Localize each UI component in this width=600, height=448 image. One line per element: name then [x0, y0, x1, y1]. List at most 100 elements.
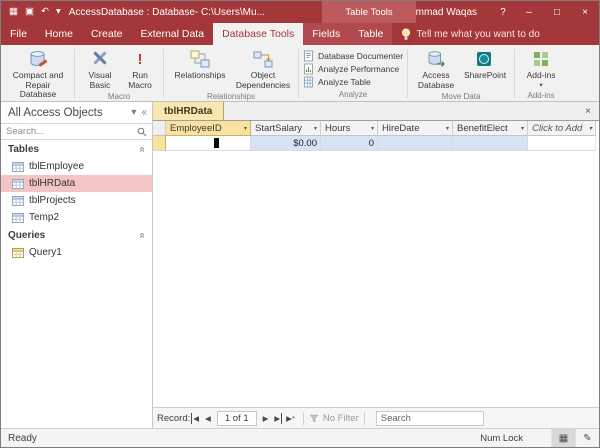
app-icon[interactable]: ▦: [9, 7, 18, 17]
run-macro-button[interactable]: ! Run Macro: [121, 48, 159, 91]
analyze-performance-icon: [304, 63, 313, 75]
group-divider: [163, 49, 164, 98]
column-header-benefitelect[interactable]: BenefitElect ▾: [453, 121, 528, 136]
analyze-performance-button[interactable]: Analyze Performance: [303, 63, 399, 75]
add-ins-icon: [534, 52, 549, 66]
toggle-filter-button[interactable]: No Filter: [309, 413, 359, 424]
relationships-button[interactable]: Relationships: [168, 48, 232, 82]
num-lock-indicator: Num Lock: [480, 432, 523, 444]
cell-click-to-add[interactable]: [528, 136, 596, 151]
tab-fields[interactable]: Fields: [303, 23, 350, 45]
tell-me-box[interactable]: Tell me what you want to do: [392, 23, 548, 45]
column-header-employeeid[interactable]: EmployeeID ▾: [166, 121, 251, 136]
column-header-click-to-add[interactable]: Click to Add ▾: [528, 121, 596, 136]
ribbon-group-relationships: Relationships Object Dependencies Relati…: [165, 46, 297, 101]
nav-search-input[interactable]: [6, 126, 137, 137]
tab-database-tools[interactable]: Database Tools: [213, 23, 304, 45]
ribbon: Compact and Repair Database Tools Visual…: [1, 45, 599, 111]
ribbon-group-macro: Visual Basic ! Run Macro Macro: [76, 46, 162, 102]
column-header-hiredate[interactable]: HireDate ▾: [378, 121, 453, 136]
undo-icon[interactable]: ↶: [41, 7, 49, 17]
sharepoint-icon: [477, 52, 492, 66]
object-dependencies-button[interactable]: Object Dependencies: [232, 48, 294, 91]
tab-file[interactable]: File: [1, 23, 36, 45]
filter-icon: [309, 414, 319, 422]
tab-external-data[interactable]: External Data: [131, 23, 213, 45]
nav-item-label: tblEmployee: [29, 161, 85, 172]
cell-employeeid[interactable]: [166, 136, 251, 151]
tab-create[interactable]: Create: [82, 23, 132, 45]
section-header-queries[interactable]: Queries «: [1, 226, 152, 244]
current-record-box[interactable]: 1 of 1: [216, 410, 257, 426]
document-tab-tblhrdata[interactable]: tblHRData: [153, 102, 225, 120]
titlebar: ▦ ▣ ↶ ▾ AccessDatabase : Database- C:\Us…: [1, 1, 599, 23]
minimize-button[interactable]: –: [515, 1, 543, 23]
analyze-table-icon: [304, 76, 313, 88]
visual-basic-button[interactable]: Visual Basic: [79, 48, 121, 91]
add-ins-button[interactable]: Add-ins ▾: [519, 48, 563, 90]
cell-benefitelect[interactable]: [453, 136, 528, 151]
column-dropdown-icon[interactable]: ▾: [242, 125, 247, 132]
row-selector[interactable]: [153, 136, 166, 151]
row-selector-header[interactable]: [153, 121, 166, 136]
group-divider: [514, 49, 516, 98]
table-icon: [12, 212, 24, 223]
nav-item-query1[interactable]: Query1: [1, 244, 152, 261]
button-label: Analyze Table: [318, 77, 371, 87]
column-dropdown-icon[interactable]: ▾: [369, 125, 374, 132]
compact-and-repair-database-button[interactable]: Compact and Repair Database: [6, 48, 70, 101]
nav-item-label: Temp2: [29, 212, 60, 223]
navigation-pane: All Access Objects ▾ « Tables « tblEmplo…: [1, 102, 153, 428]
nav-item-tblhrdata[interactable]: tblHRData: [1, 175, 152, 192]
maximize-button[interactable]: □: [543, 1, 571, 23]
first-record-button[interactable]: ◀: [191, 412, 201, 424]
datasheet-view-button[interactable]: ▦: [551, 429, 575, 447]
group-divider: [74, 49, 75, 98]
previous-record-button[interactable]: ◀: [203, 413, 213, 424]
window-title: AccessDatabase : Database- C:\Users\Mu..…: [68, 6, 265, 18]
column-dropdown-icon[interactable]: ▾: [312, 125, 317, 132]
last-record-button[interactable]: ▶: [272, 412, 283, 424]
table-icon: [12, 178, 24, 189]
nav-item-temp2[interactable]: Temp2: [1, 209, 152, 226]
ribbon-tab-row: File Home Create External Data Database …: [1, 23, 599, 45]
record-label: Record:: [157, 412, 191, 424]
group-label-add-ins: Add-ins: [527, 90, 555, 100]
next-record-button[interactable]: ▶: [261, 413, 271, 424]
nav-item-tblemployee[interactable]: tblEmployee: [1, 158, 152, 175]
nav-pane-dropdown-icon[interactable]: ▾: [131, 107, 136, 118]
database-documenter-button[interactable]: Database Documenter: [303, 50, 403, 62]
cell-hiredate[interactable]: [378, 136, 453, 151]
group-divider: [407, 49, 409, 98]
quick-access-toolbar: ▦ ▣ ↶ ▾: [1, 7, 69, 17]
column-dropdown-icon[interactable]: ▾: [444, 125, 449, 132]
shutter-bar-close-icon[interactable]: «: [141, 107, 147, 118]
section-header-tables[interactable]: Tables «: [1, 140, 152, 158]
record-search-input[interactable]: [375, 410, 484, 426]
filter-state-label: No Filter: [322, 412, 359, 424]
close-button[interactable]: ×: [571, 1, 599, 23]
analyze-table-button[interactable]: Analyze Table: [303, 76, 371, 88]
button-label: Run Macro: [128, 70, 152, 90]
column-dropdown-icon[interactable]: ▾: [519, 125, 524, 132]
column-dropdown-icon[interactable]: ▾: [587, 125, 592, 132]
table-icon: [12, 161, 24, 172]
save-icon[interactable]: ▣: [25, 7, 34, 17]
new-record-button[interactable]: ▶*: [284, 413, 297, 424]
help-button[interactable]: ?: [491, 1, 515, 23]
nav-item-label: tblProjects: [29, 195, 76, 206]
sharepoint-button[interactable]: SharePoint: [460, 48, 510, 82]
close-object-icon[interactable]: ×: [582, 102, 594, 120]
column-header-startsalary[interactable]: StartSalary ▾: [251, 121, 321, 136]
qat-dropdown-icon[interactable]: ▾: [56, 7, 61, 17]
cell-startsalary[interactable]: $0.00: [251, 136, 321, 151]
tab-home[interactable]: Home: [36, 23, 82, 45]
access-database-button[interactable]: Access Database: [412, 48, 460, 91]
status-bar: Ready Num Lock ▦ ✎: [1, 428, 599, 447]
design-view-button[interactable]: ✎: [575, 429, 599, 447]
record-navigator: Record: ◀ ◀ 1 of 1 ▶ ▶ ▶* No Filter: [153, 407, 599, 428]
column-header-hours[interactable]: Hours ▾: [321, 121, 378, 136]
nav-item-tblprojects[interactable]: tblProjects: [1, 192, 152, 209]
tab-table[interactable]: Table: [349, 23, 393, 45]
cell-hours[interactable]: 0: [321, 136, 378, 151]
